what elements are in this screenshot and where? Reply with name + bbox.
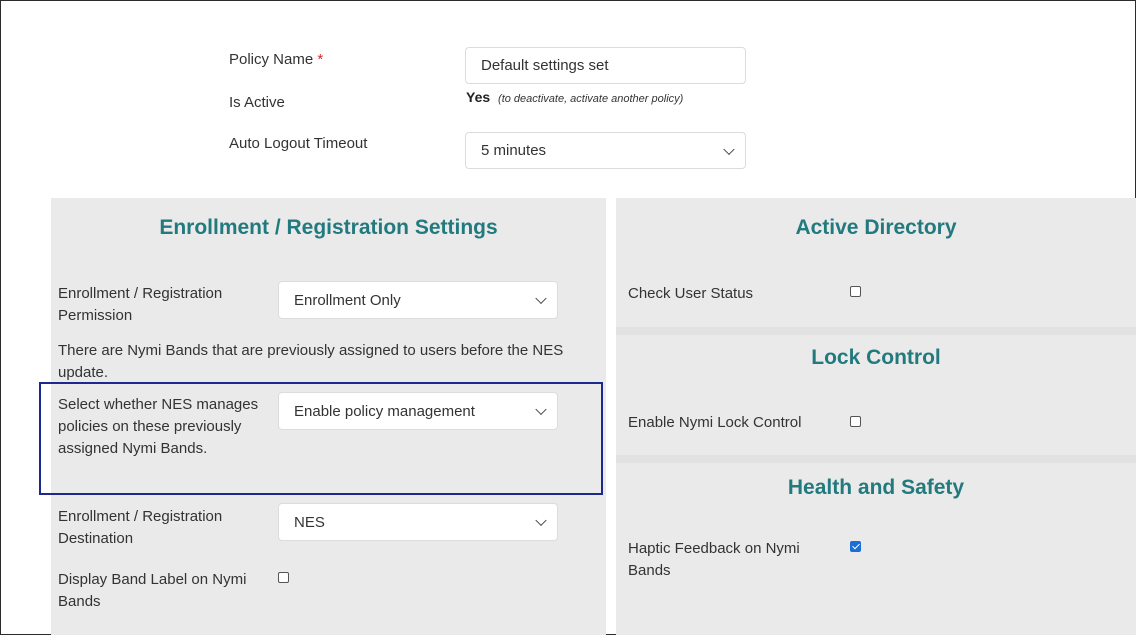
policy-management-select[interactable]: Enable policy management	[278, 392, 558, 430]
policy-name-label-text: Policy Name	[229, 51, 314, 68]
haptic-feedback-checkbox[interactable]	[850, 541, 861, 552]
check-user-status-label: Check User Status	[628, 285, 754, 302]
auto-logout-label: Auto Logout Timeout	[229, 135, 368, 152]
auto-logout-value: 5 minutes	[481, 142, 547, 159]
policy-name-label: Policy Name *	[229, 49, 323, 71]
enrollment-permission-select[interactable]: Enrollment Only	[278, 281, 558, 319]
required-mark: *	[317, 51, 324, 68]
enrollment-destination-value: NES	[294, 513, 325, 531]
chevron-down-icon	[535, 292, 547, 305]
policy-name-input[interactable]: Default settings set	[465, 47, 746, 84]
chevron-down-icon	[535, 514, 547, 527]
is-active-value: Yes	[466, 89, 491, 105]
nes-update-notice: There are Nymi Bands that are previously…	[58, 342, 564, 381]
is-active-label: Is Active	[229, 94, 285, 111]
enrollment-destination-label: Enrollment / Registration Destination	[58, 508, 223, 547]
section-divider	[616, 327, 1136, 335]
health-safety-heading: Health and Safety	[787, 476, 965, 499]
policy-management-label: Select whether NES manages policies on t…	[58, 396, 259, 457]
lock-control-heading: Lock Control	[811, 346, 941, 369]
policy-management-value: Enable policy management	[294, 402, 475, 420]
display-band-label-label: Display Band Label on Nymi Bands	[58, 571, 247, 610]
enrollment-permission-label: Enrollment / Registration Permission	[58, 285, 223, 324]
enrollment-permission-value: Enrollment Only	[294, 291, 401, 309]
is-active-status: Yes (to deactivate, activate another pol…	[466, 89, 683, 105]
enrollment-heading: Enrollment / Registration Settings	[159, 216, 498, 239]
enrollment-destination-select[interactable]: NES	[278, 503, 558, 541]
check-user-status-checkbox[interactable]	[850, 286, 861, 297]
haptic-feedback-label: Haptic Feedback on Nymi Bands	[628, 540, 800, 579]
is-active-note: (to deactivate, activate another policy)	[498, 93, 684, 105]
policy-name-value: Default settings set	[481, 57, 609, 74]
nymi-lock-control-label: Enable Nymi Lock Control	[628, 414, 802, 431]
active-directory-heading: Active Directory	[795, 216, 957, 239]
page-frame: Policy Name * Default settings set Is Ac…	[0, 0, 1136, 635]
chevron-down-icon	[723, 143, 735, 155]
auto-logout-select[interactable]: 5 minutes	[465, 132, 746, 169]
nymi-lock-control-checkbox[interactable]	[850, 416, 861, 427]
chevron-down-icon	[535, 403, 547, 416]
section-divider	[616, 455, 1136, 463]
display-band-label-checkbox[interactable]	[278, 572, 289, 583]
